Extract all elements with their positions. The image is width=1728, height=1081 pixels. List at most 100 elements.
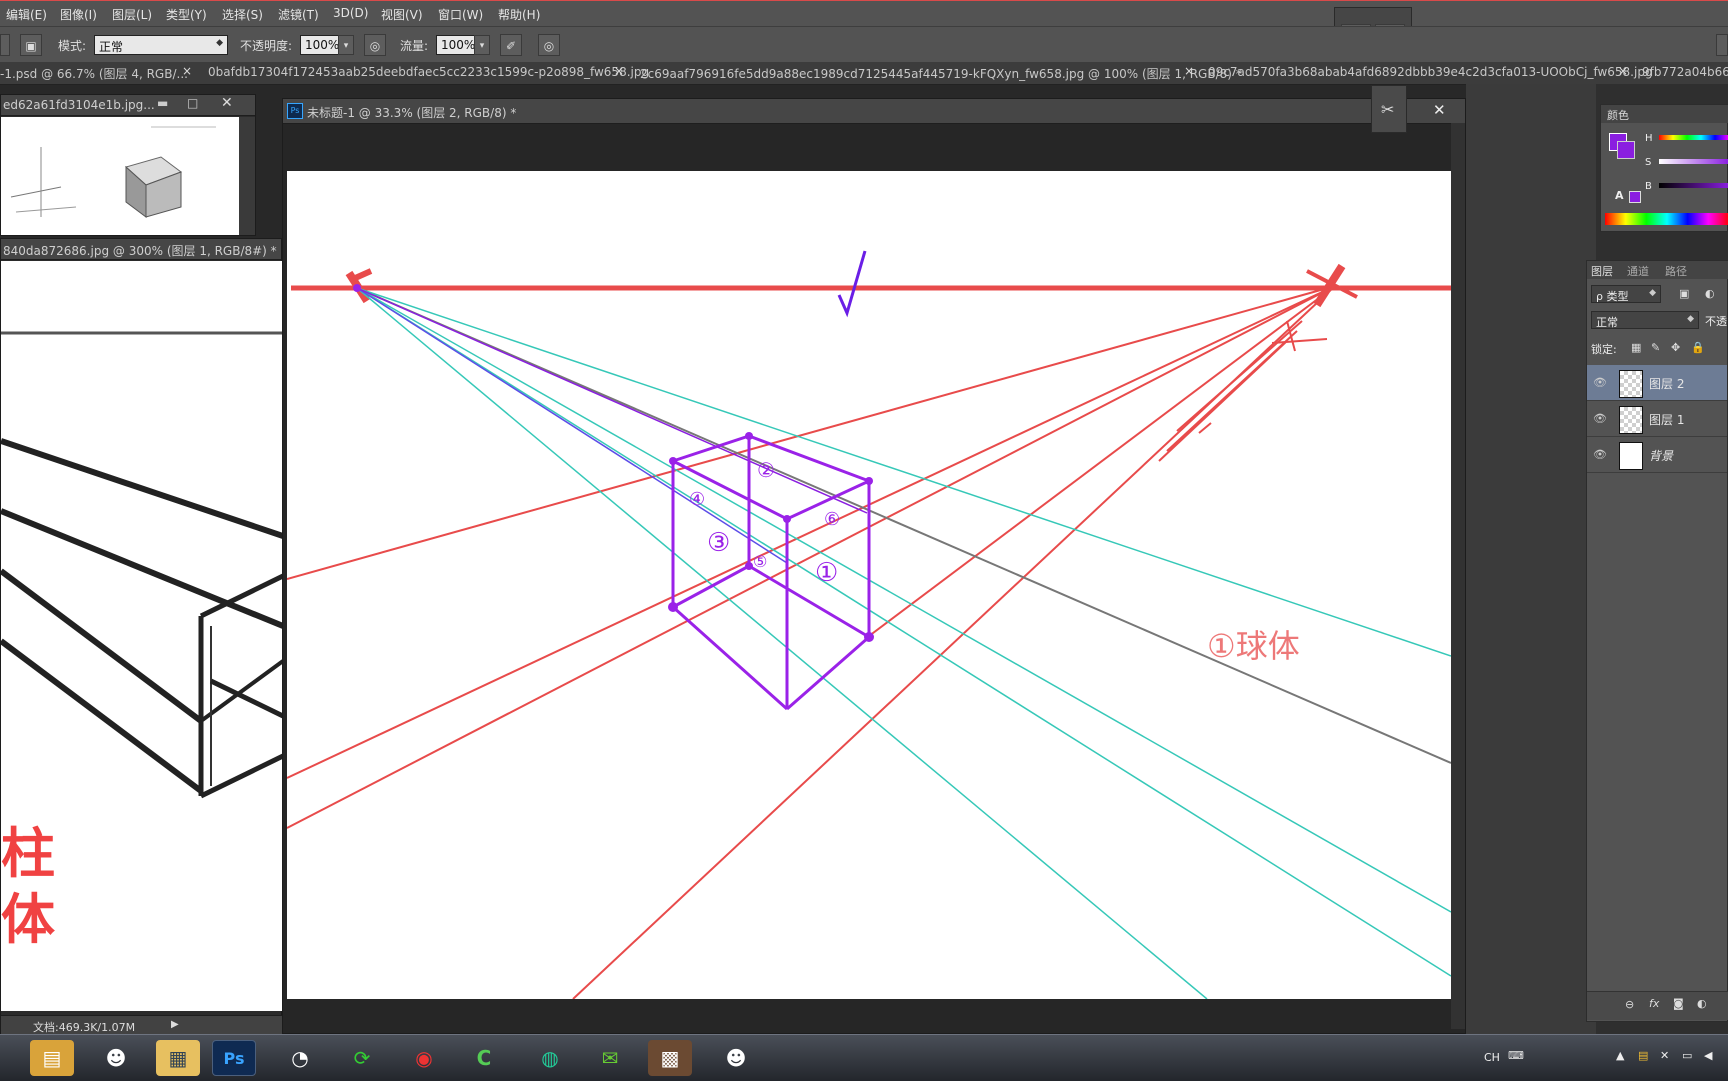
- menu-layer[interactable]: 图层(L): [112, 6, 152, 23]
- close-icon[interactable]: ×: [1184, 64, 1194, 78]
- status-menu-arrow-icon[interactable]: ▶: [171, 1019, 179, 1030]
- lock-paint-icon[interactable]: ✎: [1651, 341, 1660, 354]
- qq-icon[interactable]: ☻: [94, 1040, 138, 1076]
- reference-image-prism: 柱 体: [1, 261, 283, 1011]
- saturation-slider[interactable]: [1659, 159, 1728, 164]
- cube-reference-drawing: [10, 126, 216, 218]
- color-spectrum-ramp[interactable]: [1605, 213, 1728, 225]
- visibility-eye-icon[interactable]: 👁: [1593, 448, 1607, 461]
- window-title-bar[interactable]: 840da872686.jpg @ 300% (图层 1, RGB/8#) *: [1, 239, 281, 260]
- layer-row[interactable]: 👁 背景: [1587, 437, 1727, 473]
- tab-channels[interactable]: 通道: [1627, 263, 1649, 279]
- menu-edit[interactable]: 编辑(E): [6, 6, 47, 23]
- menu-type[interactable]: 类型(Y): [166, 6, 207, 23]
- qq-second-icon[interactable]: ☻: [714, 1040, 758, 1076]
- menu-image[interactable]: 图像(I): [60, 6, 97, 23]
- menu-help[interactable]: 帮助(H): [498, 6, 540, 23]
- mode-select[interactable]: 正常 ◆: [94, 35, 228, 55]
- floating-tool-button[interactable]: ✂: [1371, 85, 1407, 133]
- image-filter-icon[interactable]: ▣: [1679, 287, 1689, 300]
- pressure-opacity-icon[interactable]: ◎: [364, 34, 386, 56]
- menu-window[interactable]: 窗口(W): [438, 6, 483, 23]
- iqiyi-icon[interactable]: ◍: [528, 1040, 572, 1076]
- browser-icon[interactable]: ◔: [278, 1040, 322, 1076]
- sync-app-icon[interactable]: ⟳: [340, 1040, 384, 1076]
- close-icon[interactable]: ✕: [1433, 101, 1446, 119]
- menu-select[interactable]: 选择(S): [222, 6, 263, 23]
- doc-tab[interactable]: 0bafdb17304f172453aab25deebdfaec5cc2233c…: [208, 65, 649, 79]
- layer-row[interactable]: 👁 图层 1: [1587, 401, 1727, 437]
- opacity-dropdown-icon[interactable]: ▾: [338, 35, 354, 55]
- doc-tab[interactable]: 09c7ad570fa3b68abab4afd6892dbbb39e4c2d3c…: [1208, 65, 1653, 79]
- camtasia-icon[interactable]: C: [462, 1040, 506, 1076]
- canvas[interactable]: ② ④ ⑥ ③ ① ⑤ ①球体: [287, 171, 1451, 999]
- flow-dropdown-icon[interactable]: ▾: [474, 35, 490, 55]
- menu-filter[interactable]: 滤镜(T): [278, 6, 319, 23]
- minimize-icon[interactable]: ▬: [157, 96, 168, 110]
- network-icon[interactable]: ▭: [1682, 1049, 1692, 1062]
- brightness-slider[interactable]: [1659, 183, 1728, 188]
- brush-panel-icon[interactable]: ▣: [20, 34, 42, 56]
- menu-3d[interactable]: 3D(D): [333, 6, 368, 20]
- menu-view[interactable]: 视图(V): [381, 6, 423, 23]
- close-icon[interactable]: ×: [1618, 64, 1628, 78]
- lock-transparency-icon[interactable]: ▦: [1631, 341, 1641, 354]
- perspective-sketch: ② ④ ⑥ ③ ① ⑤: [287, 250, 1451, 999]
- adjustment-filter-icon[interactable]: ◐: [1705, 287, 1715, 300]
- window-title-bar[interactable]: ed62a61fd3104e1b.jpg... ▬ □ ✕: [1, 95, 255, 116]
- tab-paths[interactable]: 路径: [1665, 263, 1687, 279]
- panel-tab-bar: 颜色: [1601, 105, 1728, 123]
- tray-app-icon[interactable]: ✕: [1660, 1049, 1669, 1062]
- background-color-swatch[interactable]: [1617, 141, 1635, 159]
- scrollbar[interactable]: [1451, 123, 1465, 1029]
- tab-color[interactable]: 颜色: [1607, 107, 1629, 123]
- layer-style-icon[interactable]: fx: [1649, 997, 1659, 1010]
- blend-mode-select[interactable]: 正常 ◆: [1591, 311, 1699, 329]
- visibility-eye-icon[interactable]: 👁: [1593, 376, 1607, 389]
- lock-move-icon[interactable]: ✥: [1671, 341, 1680, 354]
- window-title-bar[interactable]: Ps 未标题-1 @ 33.3% (图层 2, RGB/8) * ✕: [283, 99, 1465, 124]
- close-icon[interactable]: ×: [182, 64, 192, 78]
- note-line: 体: [1, 888, 55, 951]
- hue-label: H: [1645, 133, 1653, 144]
- pressure-size-icon[interactable]: ◎: [538, 34, 560, 56]
- taskbar: ▤ ☻ ▦ Ps ◔ ⟳ ◉ C ◍ ✉ ▩ ☻ CH ⌨ ▲ ▤ ✕ ▭ ◀: [0, 1034, 1728, 1081]
- doc-tab[interactable]: 2c69aaf796916fe5dd9a88ec1989cd7125445af4…: [640, 65, 1242, 82]
- add-mask-icon[interactable]: ◙: [1673, 997, 1684, 1010]
- file-explorer-icon[interactable]: ▤: [30, 1040, 74, 1076]
- close-icon[interactable]: ✕: [221, 95, 233, 111]
- gamut-warning-icon[interactable]: A: [1615, 189, 1624, 202]
- tool-preset-picker[interactable]: [0, 34, 10, 56]
- mode-label: 模式:: [58, 39, 87, 53]
- language-indicator[interactable]: CH: [1484, 1051, 1500, 1064]
- show-hidden-icons-icon[interactable]: ▲: [1616, 1049, 1624, 1062]
- volume-icon[interactable]: ◀: [1704, 1049, 1712, 1062]
- new-adjustment-icon[interactable]: ◐: [1697, 997, 1707, 1010]
- close-icon[interactable]: ×: [614, 64, 624, 78]
- lock-all-icon[interactable]: 🔒: [1691, 341, 1705, 354]
- netease-music-icon[interactable]: ◉: [402, 1040, 446, 1076]
- tab-layers[interactable]: 图层: [1591, 263, 1613, 279]
- hue-slider[interactable]: [1659, 135, 1728, 140]
- gamut-color-swatch[interactable]: [1629, 191, 1641, 203]
- wechat-icon[interactable]: ✉: [588, 1040, 632, 1076]
- visibility-eye-icon[interactable]: 👁: [1593, 412, 1607, 425]
- layer-filter-select[interactable]: ρ 类型 ◆: [1591, 285, 1661, 303]
- layer-row[interactable]: 👁 图层 2: [1587, 365, 1727, 401]
- doc-tab[interactable]: -1.psd @ 66.7% (图层 4, RGB/...: [0, 65, 188, 82]
- link-layers-icon[interactable]: ⊖: [1625, 998, 1634, 1011]
- keyboard-icon[interactable]: ⌨: [1508, 1049, 1524, 1062]
- tray-folder-icon[interactable]: ▤: [1638, 1049, 1648, 1062]
- workspace-switcher[interactable]: [1716, 34, 1728, 56]
- doc-tab[interactable]: 9fb772a04b66: [1642, 65, 1728, 79]
- svg-text:⑥: ⑥: [824, 509, 840, 530]
- scrollbar[interactable]: [239, 117, 255, 235]
- maximize-icon[interactable]: □: [187, 96, 198, 110]
- layer-thumbnail: [1619, 370, 1643, 398]
- scissors-icon[interactable]: ✂: [1381, 100, 1394, 119]
- photoshop-taskbar-icon[interactable]: Ps: [212, 1040, 256, 1076]
- image-viewer-icon[interactable]: ▩: [648, 1040, 692, 1076]
- airbrush-icon[interactable]: ✐: [500, 34, 522, 56]
- notepad-icon[interactable]: ▦: [156, 1040, 200, 1076]
- reference-window-1: ed62a61fd3104e1b.jpg... ▬ □ ✕: [0, 94, 256, 236]
